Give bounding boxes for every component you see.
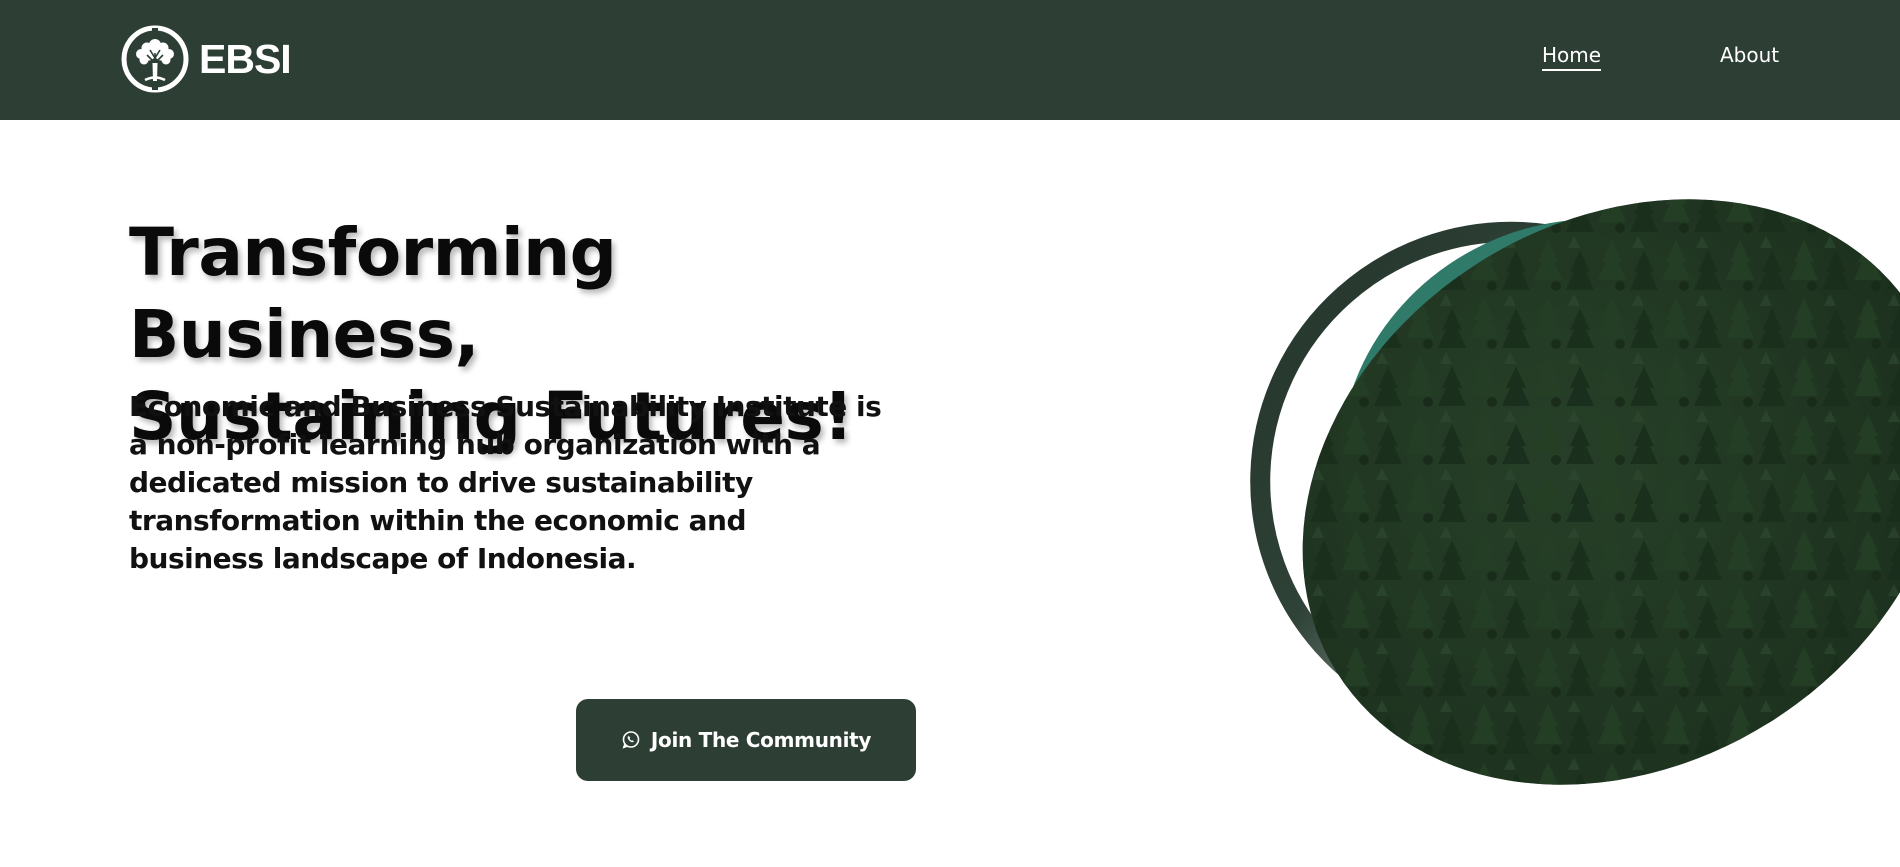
whatsapp-icon: [621, 730, 641, 750]
join-community-button[interactable]: Join The Community: [576, 699, 916, 781]
hero-section: Transforming Business, Sustaining Future…: [0, 120, 1900, 867]
hero-art: [1150, 120, 1900, 867]
nav-link-home[interactable]: Home: [1542, 45, 1602, 71]
logo-link[interactable]: EBSI: [119, 22, 292, 96]
nav-link-about[interactable]: About: [1720, 45, 1779, 65]
navbar: EBSI Home About: [0, 0, 1900, 120]
tree-circle-logo-icon: [119, 23, 191, 95]
headline-line-1: Transforming Business,: [129, 214, 617, 373]
join-community-label: Join The Community: [650, 728, 872, 752]
hero-description: Economic and Business Sustainability Ins…: [129, 390, 882, 575]
logo-text: EBSI: [199, 35, 292, 82]
